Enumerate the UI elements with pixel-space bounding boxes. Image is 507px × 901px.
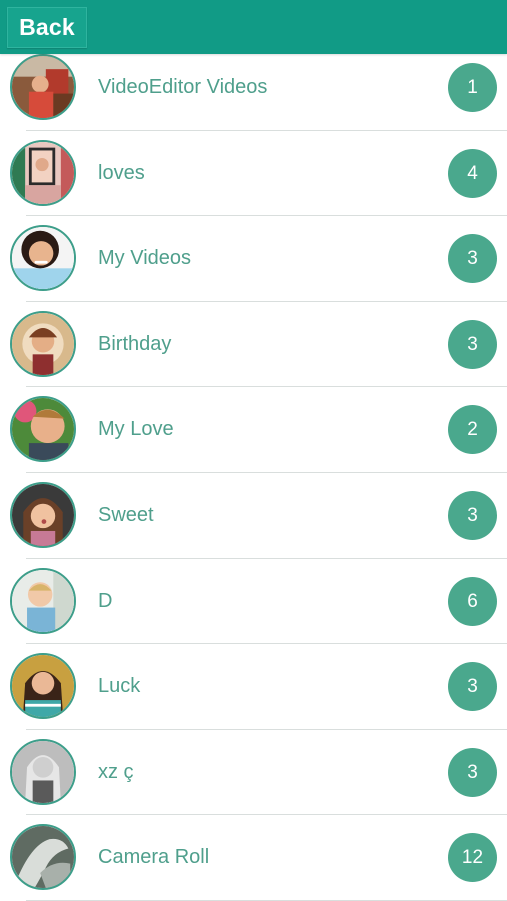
album-count-badge: 3 [448, 234, 497, 284]
album-count-badge: 4 [448, 148, 497, 198]
album-row[interactable]: My Love 2 [0, 387, 507, 473]
album-count-badge: 3 [448, 662, 497, 712]
album-count-badge: 3 [448, 747, 497, 797]
album-row[interactable]: D 6 [0, 559, 507, 645]
album-name: My Videos [98, 247, 192, 270]
album-name: xz ç [98, 760, 134, 783]
album-thumbnail [10, 54, 76, 120]
album-count-badge: 3 [448, 319, 497, 369]
album-row[interactable]: VideoEditor Videos 1 [0, 45, 507, 131]
album-thumbnail [10, 225, 76, 292]
album-name: D [98, 589, 113, 612]
album-count-badge: 6 [448, 576, 497, 626]
album-thumbnail [10, 824, 76, 891]
album-name: Camera Roll [98, 846, 210, 869]
album-row[interactable]: Sweet 3 [0, 473, 507, 559]
album-row[interactable]: Luck 3 [0, 644, 507, 730]
album-list: VideoEditor Videos 1 loves 4 My Videos 3… [0, 45, 507, 901]
album-name: VideoEditor Videos [98, 76, 268, 98]
album-row[interactable]: Birthday 3 [0, 302, 507, 388]
album-thumbnail [10, 396, 76, 463]
album-count-badge: 12 [448, 833, 497, 883]
album-name: Sweet [98, 503, 154, 526]
album-name: Birthday [98, 332, 172, 355]
navigation-bar: Back [0, 0, 507, 54]
album-name: My Love [98, 418, 174, 441]
album-thumbnail [10, 567, 76, 634]
album-row[interactable]: Camera Roll 12 [0, 815, 507, 901]
album-name: loves [98, 161, 145, 184]
album-count-badge: 3 [448, 490, 497, 540]
album-thumbnail [10, 653, 76, 720]
album-name: Luck [98, 675, 141, 698]
album-thumbnail [10, 738, 76, 805]
album-row[interactable]: loves 4 [0, 131, 507, 217]
album-row[interactable]: xz ç 3 [0, 730, 507, 816]
album-count-badge: 1 [448, 63, 497, 112]
album-row[interactable]: My Videos 3 [0, 216, 507, 302]
album-thumbnail [10, 310, 76, 377]
back-button[interactable]: Back [7, 7, 87, 48]
album-thumbnail [10, 481, 76, 548]
album-thumbnail [10, 139, 76, 206]
album-count-badge: 2 [448, 405, 497, 455]
